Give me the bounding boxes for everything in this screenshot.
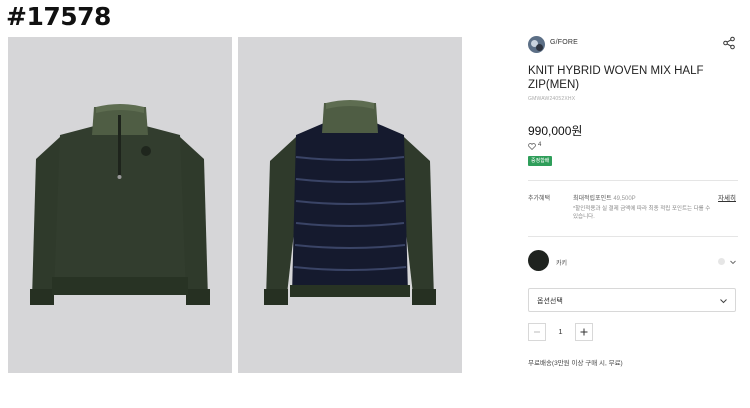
point-note: *할인적용과 실 결제 금액에 따라 최종 적립 포인트는 다를 수 있습니다.: [573, 206, 711, 220]
quantity-decrease-button[interactable]: [528, 323, 546, 341]
jacket-back-illustration: [264, 100, 436, 305]
product-image-front[interactable]: [8, 37, 232, 373]
product-image-back[interactable]: [238, 37, 462, 373]
color-swatch-khaki[interactable]: [528, 250, 549, 271]
max-point-value: 49,500P: [613, 196, 636, 202]
benefit-label: 추가혜택: [528, 196, 551, 202]
chevron-down-icon[interactable]: [729, 258, 737, 266]
product-code: GMWAW24052XHX: [528, 96, 576, 102]
minus-icon: [534, 331, 540, 333]
quantity-increase-button[interactable]: [575, 323, 593, 341]
point-detail-link[interactable]: 자세히: [718, 192, 736, 202]
plus-icon: [580, 328, 588, 336]
heart-icon: [528, 143, 536, 150]
product-price: 990,000원: [528, 124, 583, 138]
option-select[interactable]: 옵션선택: [528, 288, 736, 312]
product-title: KNIT HYBRID WOVEN MIX HALF ZIP(MEN): [528, 65, 704, 91]
max-point-text: 최대적립포인트 49,500P: [573, 196, 636, 202]
color-name: 카키: [556, 261, 568, 267]
brand-name[interactable]: G/FORE: [550, 39, 578, 46]
option-select-label: 옵션선택: [537, 298, 563, 305]
chevron-down-icon: [720, 299, 727, 304]
brand-logo[interactable]: [528, 36, 545, 53]
watermark-id: #17578: [6, 2, 111, 31]
share-icon[interactable]: [722, 36, 736, 50]
shipping-note: 무료배송(3만원 이상 구매 시, 무료): [528, 360, 623, 367]
product-info-panel: G/FORE KNIT HYBRID WOVEN MIX HALF ZIP(ME…: [528, 0, 738, 408]
gift-badge: 증정합배: [528, 156, 553, 166]
jacket-front-illustration: [30, 104, 210, 305]
divider: [528, 180, 738, 181]
color-radio[interactable]: [718, 258, 725, 265]
brand-row: G/FORE: [528, 36, 738, 54]
like-count: 4: [538, 142, 542, 148]
divider: [528, 236, 738, 237]
quantity-value[interactable]: 1: [546, 327, 575, 336]
